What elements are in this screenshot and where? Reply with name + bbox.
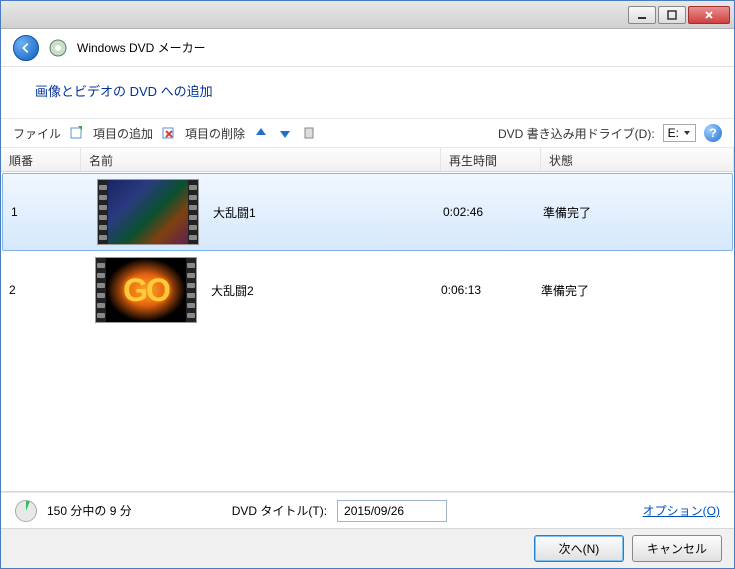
capacity-text: 150 分中の 9 分 — [47, 502, 132, 519]
window: Windows DVD メーカー 画像とビデオの DVD への追加 ファイル 項… — [0, 0, 735, 569]
back-button[interactable] — [13, 35, 39, 61]
video-thumbnail — [97, 179, 199, 245]
arrow-left-icon — [19, 41, 33, 55]
list-item[interactable]: 2 GO 大乱闘2 0:06:13 準備完了 — [1, 252, 734, 328]
cancel-button[interactable]: キャンセル — [632, 535, 722, 562]
item-duration: 0:02:46 — [443, 205, 543, 219]
item-duration: 0:06:13 — [441, 283, 541, 297]
item-order: 1 — [3, 205, 83, 219]
header: Windows DVD メーカー — [1, 29, 734, 67]
add-icon — [69, 125, 85, 141]
col-order[interactable]: 順番 — [1, 148, 81, 171]
statusbar: 150 分中の 9 分 DVD タイトル(T): オプション(O) — [1, 492, 734, 528]
next-button[interactable]: 次へ(N) — [534, 535, 624, 562]
list-item[interactable]: 1 大乱闘1 0:02:46 準備完了 — [2, 173, 733, 251]
toolbar: ファイル 項目の追加 項目の削除 DVD 書き込み用ドライブ(D): E: ? — [1, 118, 734, 148]
close-button[interactable] — [688, 6, 730, 24]
maximize-button[interactable] — [658, 6, 686, 24]
list-header: 順番 名前 再生時間 状態 — [1, 148, 734, 172]
remove-items-button[interactable]: 項目の削除 — [185, 125, 245, 142]
properties-icon[interactable] — [301, 125, 317, 141]
video-thumbnail: GO — [95, 257, 197, 323]
drive-value: E: — [668, 126, 679, 140]
col-duration[interactable]: 再生時間 — [441, 148, 541, 171]
capacity-pie-icon — [15, 500, 37, 522]
buttonbar: 次へ(N) キャンセル — [1, 528, 734, 568]
list-body: 1 大乱闘1 0:02:46 準備完了 2 GO 大乱闘2 0:06:13 準備… — [1, 172, 734, 492]
minimize-button[interactable] — [628, 6, 656, 24]
item-status: 準備完了 — [541, 282, 734, 299]
dvd-title-input[interactable] — [337, 500, 447, 522]
item-status: 準備完了 — [543, 204, 732, 221]
add-items-button[interactable]: 項目の追加 — [93, 125, 153, 142]
options-link[interactable]: オプション(O) — [643, 502, 720, 519]
titlebar — [1, 1, 734, 29]
help-button[interactable]: ? — [704, 124, 722, 142]
app-icon — [49, 39, 67, 57]
move-up-button[interactable] — [253, 125, 269, 141]
chevron-down-icon — [683, 129, 691, 137]
dvd-title-label: DVD タイトル(T): — [232, 502, 327, 519]
file-menu[interactable]: ファイル — [13, 125, 61, 142]
drive-label: DVD 書き込み用ドライブ(D): — [498, 125, 655, 142]
col-status[interactable]: 状態 — [541, 148, 734, 171]
remove-icon — [161, 125, 177, 141]
page-subheader: 画像とビデオの DVD への追加 — [1, 67, 734, 118]
move-down-button[interactable] — [277, 125, 293, 141]
item-name: 大乱闘1 — [213, 204, 443, 221]
drive-select[interactable]: E: — [663, 124, 696, 142]
item-name: 大乱闘2 — [211, 282, 441, 299]
col-name[interactable]: 名前 — [81, 148, 441, 171]
item-order: 2 — [1, 283, 81, 297]
app-title: Windows DVD メーカー — [77, 39, 206, 56]
